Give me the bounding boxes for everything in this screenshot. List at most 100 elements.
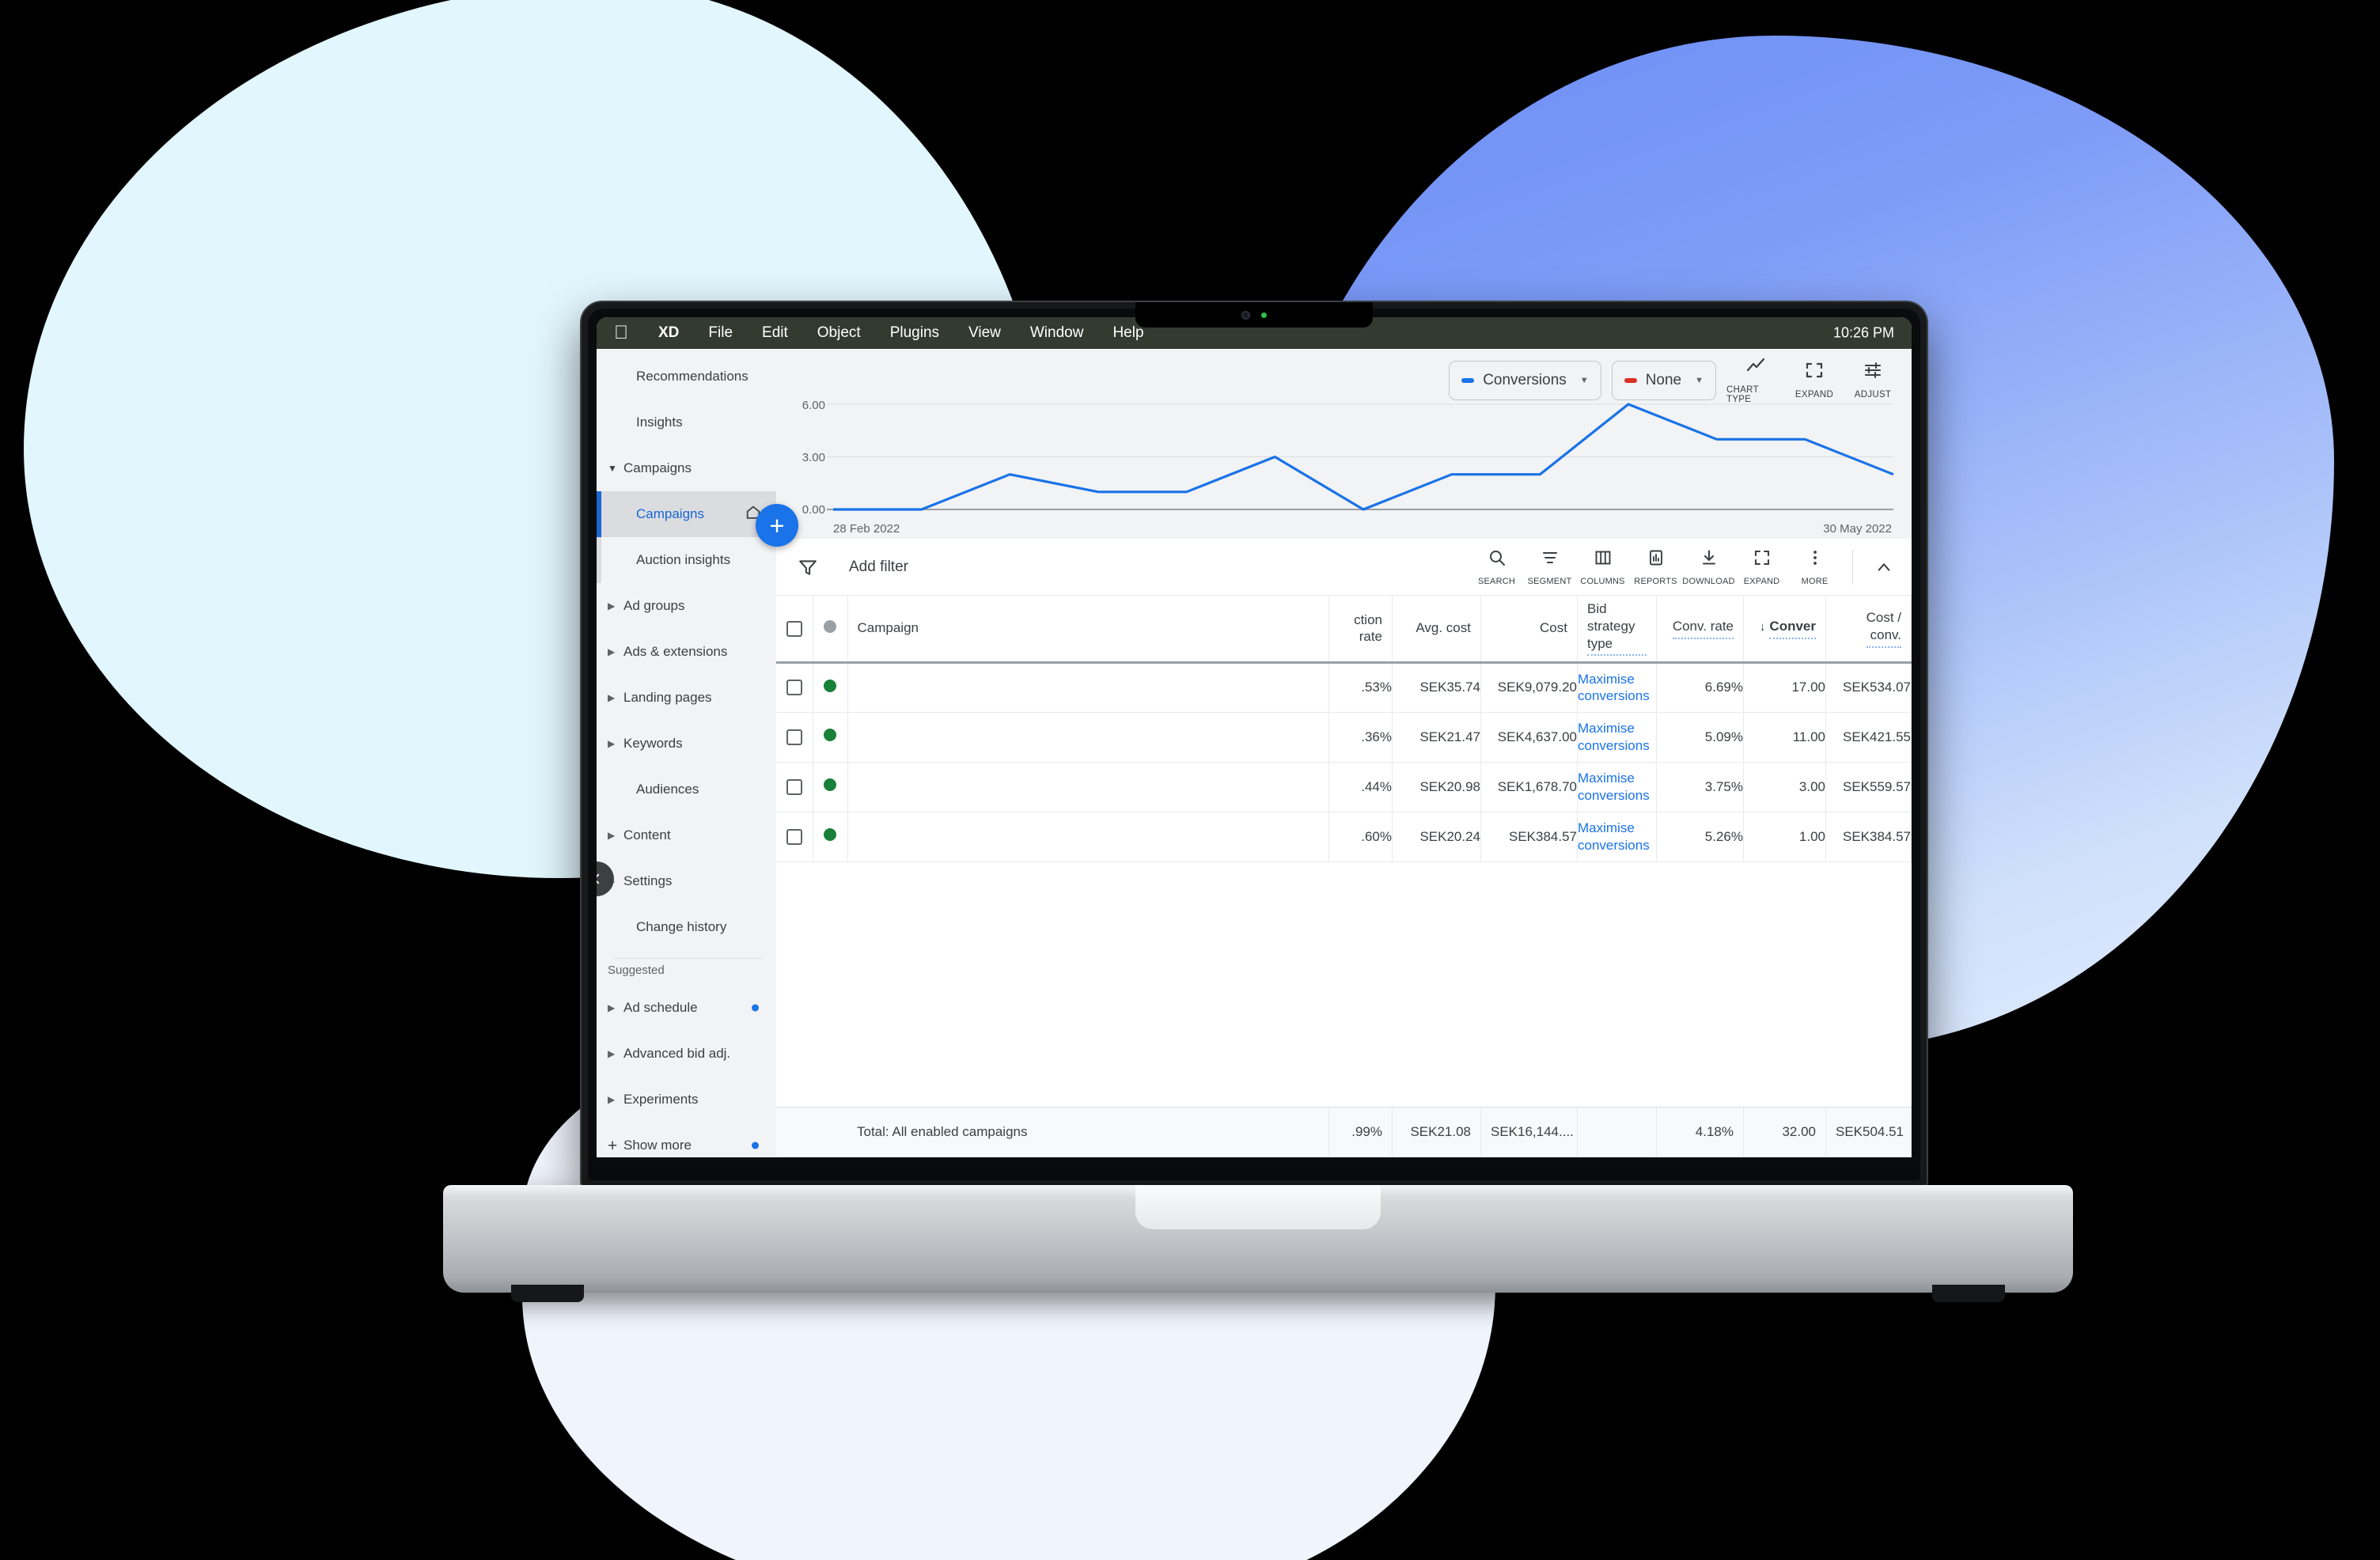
sidebar-item-keywords[interactable]: ▶ Keywords bbox=[597, 721, 776, 767]
caret-right-icon[interactable]: ▶ bbox=[608, 831, 620, 840]
download-button[interactable]: DOWNLOAD bbox=[1682, 548, 1735, 586]
segment-button[interactable]: SEGMENT bbox=[1523, 548, 1576, 586]
table-toolbar: Add filter SEARCH SEGMENT COLUMNS REPORT… bbox=[776, 539, 1912, 596]
sidebar-item-ad-schedule[interactable]: ▶ Ad schedule bbox=[597, 985, 776, 1031]
caret-right-icon[interactable]: ▶ bbox=[608, 1003, 620, 1013]
row-campaign-name[interactable] bbox=[847, 712, 1329, 762]
row-status-cell[interactable] bbox=[813, 762, 848, 812]
sidebar-item-advanced-bid-adj[interactable]: ▶ Advanced bid adj. bbox=[597, 1031, 776, 1077]
caret-down-icon[interactable]: ▼ bbox=[608, 464, 620, 473]
menu-item-file[interactable]: File bbox=[708, 324, 733, 342]
more-vertical-icon bbox=[1806, 548, 1825, 571]
expand-label: EXPAND bbox=[1743, 576, 1780, 586]
laptop-mockup:  XD File Edit Object Plugins View Windo… bbox=[0, 0, 2380, 1560]
row-status-cell[interactable] bbox=[813, 662, 848, 712]
menu-item-help[interactable]: Help bbox=[1112, 324, 1143, 342]
sidebar-item-ads-extensions[interactable]: ▶ Ads & extensions bbox=[597, 629, 776, 675]
sidebar-item-label: Campaigns bbox=[636, 506, 704, 521]
sidebar-item-audiences[interactable]: Audiences bbox=[597, 767, 776, 812]
search-button[interactable]: SEARCH bbox=[1470, 548, 1523, 586]
sidebar-item-campaigns[interactable]: Campaigns bbox=[597, 491, 776, 537]
select-all-header[interactable] bbox=[776, 596, 813, 662]
sidebar-item-label: Auction insights bbox=[636, 552, 731, 567]
row-campaign-name[interactable] bbox=[847, 812, 1329, 861]
row-select-cell[interactable] bbox=[776, 662, 813, 712]
row-bid-strategy[interactable]: Maximise conversions bbox=[1577, 712, 1657, 762]
menu-item-view[interactable]: View bbox=[968, 324, 1001, 342]
conversions-header[interactable]: ↓ Conver bbox=[1743, 596, 1826, 662]
menu-item-plugins[interactable]: Plugins bbox=[890, 324, 939, 342]
sidebar-item-content[interactable]: ▶ Content bbox=[597, 812, 776, 858]
bid-strategy-link[interactable]: Maximise conversions bbox=[1578, 820, 1656, 854]
row-select-cell[interactable] bbox=[776, 762, 813, 812]
ctr-header[interactable]: ction rate bbox=[1328, 596, 1393, 662]
table-row[interactable]: .44% SEK20.98 SEK1,678.70 Maximise conversi… bbox=[776, 762, 1912, 812]
caret-right-icon[interactable]: ▶ bbox=[608, 739, 620, 748]
row-conversions: 17.00 bbox=[1743, 662, 1826, 712]
row-status-cell[interactable] bbox=[813, 712, 848, 762]
table-row[interactable]: .60% SEK20.24 SEK384.57 Maximise conversion… bbox=[776, 812, 1912, 861]
caret-right-icon[interactable]: ▶ bbox=[608, 1095, 620, 1104]
sidebar-show-more-button[interactable]: + Show more bbox=[597, 1123, 776, 1157]
more-button[interactable]: MORE bbox=[1788, 548, 1841, 586]
y-tick-0: 0.00 bbox=[802, 503, 825, 517]
toolbar-divider bbox=[1852, 549, 1853, 585]
reports-button[interactable]: REPORTS bbox=[1629, 548, 1682, 586]
bid-strategy-link[interactable]: Maximise conversions bbox=[1578, 671, 1656, 705]
row-checkbox[interactable] bbox=[786, 778, 802, 795]
row-checkbox[interactable] bbox=[786, 680, 802, 696]
camera-notch bbox=[1135, 302, 1373, 328]
select-all-checkbox[interactable] bbox=[786, 620, 802, 637]
row-bid-strategy[interactable]: Maximise conversions bbox=[1577, 662, 1657, 712]
sidebar-item-ad-groups[interactable]: ▶ Ad groups bbox=[597, 583, 776, 629]
campaign-header[interactable]: Campaign bbox=[847, 596, 1329, 662]
caret-right-icon[interactable]: ▶ bbox=[608, 601, 620, 611]
row-checkbox[interactable] bbox=[786, 828, 802, 845]
row-select-cell[interactable] bbox=[776, 812, 813, 861]
caret-right-icon[interactable]: ▶ bbox=[608, 1049, 620, 1058]
new-campaign-fab[interactable]: + bbox=[756, 504, 798, 547]
chevron-down-icon[interactable]: ▼ bbox=[1580, 376, 1589, 385]
row-status-cell[interactable] bbox=[813, 812, 848, 861]
row-campaign-name[interactable] bbox=[847, 762, 1329, 812]
bid-strategy-link[interactable]: Maximise conversions bbox=[1578, 720, 1656, 754]
caret-right-icon[interactable]: ▶ bbox=[608, 693, 620, 702]
sidebar-item-recommendations[interactable]: Recommendations bbox=[597, 354, 776, 399]
apple-icon[interactable]:  bbox=[614, 324, 628, 343]
sidebar-item-landing-pages[interactable]: ▶ Landing pages bbox=[597, 675, 776, 721]
conv-rate-header[interactable]: Conv. rate bbox=[1656, 596, 1744, 662]
sidebar-item-label: Ads & extensions bbox=[623, 644, 728, 659]
caret-right-icon[interactable]: ▶ bbox=[608, 647, 620, 657]
columns-icon bbox=[1594, 548, 1613, 571]
menu-item-edit[interactable]: Edit bbox=[762, 324, 788, 342]
sidebar-item-auction-insights[interactable]: Auction insights bbox=[597, 537, 776, 583]
add-filter-button[interactable]: Add filter bbox=[849, 558, 908, 576]
row-campaign-name[interactable] bbox=[847, 662, 1329, 712]
collapse-chart-button[interactable] bbox=[1864, 558, 1904, 576]
table-row[interactable]: .36% SEK21.47 SEK4,637.00 Maximise conversi… bbox=[776, 712, 1912, 762]
table-row[interactable]: .53% SEK35.74 SEK9,079.20 Maximise conversi… bbox=[776, 662, 1912, 712]
bid-strategy-link[interactable]: Maximise conversions bbox=[1578, 770, 1656, 804]
row-select-cell[interactable] bbox=[776, 712, 813, 762]
row-bid-strategy[interactable]: Maximise conversions bbox=[1577, 762, 1657, 812]
new-badge-dot bbox=[752, 1004, 759, 1012]
ctr-header-label: ction rate bbox=[1354, 612, 1382, 645]
expand-button[interactable]: EXPAND bbox=[1735, 548, 1788, 586]
row-bid-strategy[interactable]: Maximise conversions bbox=[1577, 812, 1657, 861]
menu-item-window[interactable]: Window bbox=[1030, 324, 1084, 342]
sidebar-item-insights[interactable]: Insights bbox=[597, 399, 776, 445]
columns-button[interactable]: COLUMNS bbox=[1576, 548, 1629, 586]
cost-header[interactable]: Cost bbox=[1480, 596, 1578, 662]
sidebar-group-campaigns[interactable]: ▼ Campaigns bbox=[597, 445, 776, 491]
row-checkbox[interactable] bbox=[786, 729, 802, 745]
bid-strategy-header[interactable]: Bid strategy type bbox=[1577, 596, 1657, 662]
sidebar-item-experiments[interactable]: ▶ Experiments bbox=[597, 1077, 776, 1123]
sidebar-item-settings[interactable]: ▶ Settings bbox=[597, 858, 776, 904]
menu-item-xd[interactable]: XD bbox=[658, 324, 679, 342]
filter-icon[interactable] bbox=[792, 557, 824, 577]
menu-item-object[interactable]: Object bbox=[817, 324, 861, 342]
chevron-down-icon[interactable]: ▼ bbox=[1695, 376, 1704, 385]
sidebar-item-change-history[interactable]: Change history bbox=[597, 904, 776, 950]
cost-per-conv-header[interactable]: Cost / conv. bbox=[1825, 596, 1912, 662]
avg-cost-header[interactable]: Avg. cost bbox=[1392, 596, 1481, 662]
